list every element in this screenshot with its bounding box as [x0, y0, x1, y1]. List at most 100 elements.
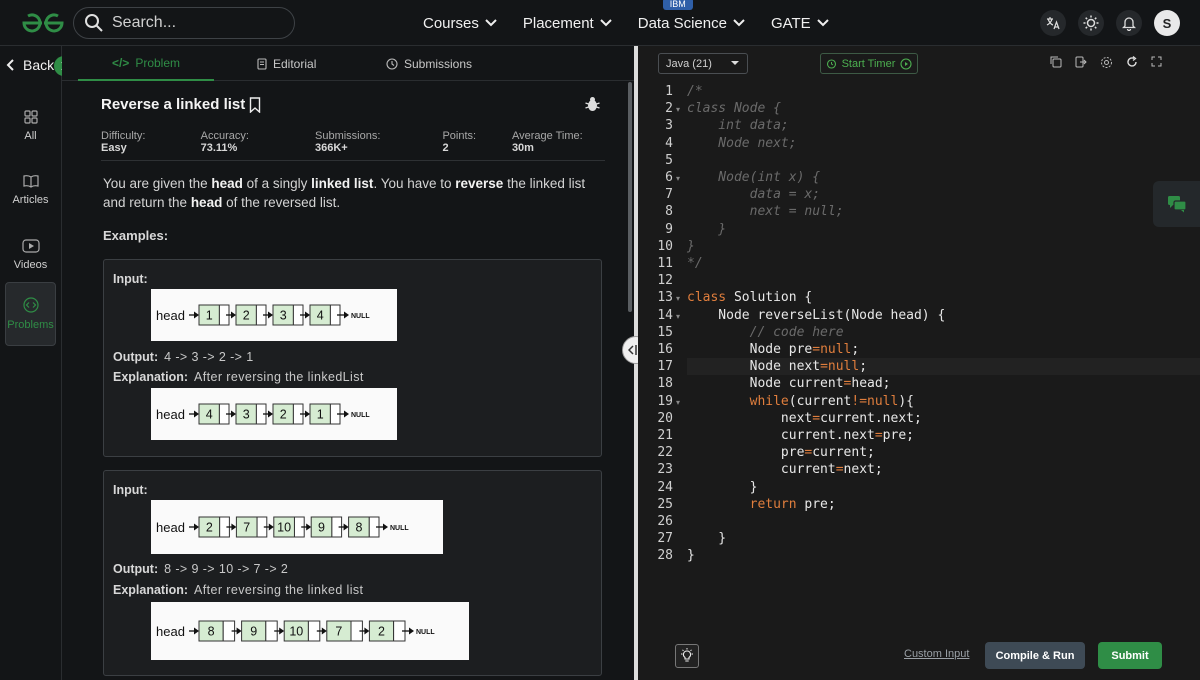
sidebar-item-articles[interactable]: Articles — [5, 158, 56, 222]
nav-placement[interactable]: Placement — [523, 15, 612, 32]
head-label: head — [156, 407, 185, 422]
code-line: next = null; — [687, 203, 1200, 220]
code-token: Node current — [687, 376, 844, 392]
reset-icon[interactable] — [1126, 56, 1138, 68]
code-token: current.next — [687, 428, 875, 443]
search-placeholder: Search... — [112, 14, 177, 31]
list-node-label: 8 — [208, 625, 215, 639]
bookmark-icon[interactable] — [249, 96, 261, 113]
accuracy-meta: Accuracy: 73.11% — [200, 130, 249, 154]
line-number: 4 — [665, 135, 673, 151]
line-number: 6 — [665, 170, 673, 185]
fold-arrow-icon[interactable]: ▾ — [676, 105, 680, 114]
notifications-button[interactable] — [1116, 10, 1142, 36]
start-timer-button[interactable]: Start Timer — [820, 53, 918, 74]
chat-button[interactable] — [1153, 181, 1200, 227]
list-node-label: 4 — [206, 408, 213, 422]
null-label: NULL — [416, 629, 435, 636]
list-node-label: 10 — [277, 521, 291, 535]
language-select[interactable]: Java (21) — [658, 53, 748, 74]
fullscreen-icon[interactable] — [1151, 56, 1162, 67]
submit-button[interactable]: Submit — [1098, 642, 1162, 669]
theme-toggle-button[interactable] — [1078, 10, 1104, 36]
tab-label: Submissions — [404, 56, 473, 71]
code-token: return — [687, 496, 797, 512]
line-number: 10 — [657, 238, 673, 254]
tab-submissions[interactable]: Submissions — [386, 46, 472, 81]
translate-button[interactable] — [1040, 10, 1066, 36]
line-number: 16 — [657, 342, 673, 357]
fold-arrow-icon[interactable]: ▾ — [676, 312, 680, 321]
export-icon[interactable] — [1075, 56, 1087, 68]
settings-icon[interactable] — [1100, 56, 1113, 69]
back-label: Back — [23, 57, 55, 73]
nav-gate[interactable]: GATE — [771, 15, 829, 32]
code-token: (current — [788, 393, 852, 409]
code-line: // code here — [687, 324, 1200, 341]
nav-label: Data Science — [637, 14, 727, 32]
sidebar-item-label: Videos — [13, 259, 48, 271]
head-label: head — [156, 624, 185, 639]
null-label: NULL — [351, 313, 370, 320]
output-list-diagram: head 8 9 10 7 2 NULL — [151, 602, 469, 660]
code-token: // code here — [687, 324, 844, 340]
code-token: pre; — [882, 428, 914, 443]
code-tag-icon: </> — [111, 55, 130, 70]
fold-arrow-icon[interactable]: ▾ — [676, 294, 680, 303]
timer-label: Start Timer — [841, 57, 896, 70]
tab-label: Problem — [135, 55, 181, 70]
user-avatar[interactable]: S — [1154, 10, 1180, 36]
code-line: current=next; — [687, 461, 1200, 478]
bug-report-icon[interactable] — [585, 96, 600, 112]
list-node-label: 8 — [355, 521, 362, 535]
list-arrow-head — [194, 627, 199, 635]
compile-run-button[interactable]: Compile & Run — [985, 642, 1085, 669]
code-area[interactable]: /* class Node { int data; Node next; Node… — [683, 82, 1200, 642]
list-node-label: 1 — [206, 309, 213, 323]
tab-problem[interactable]: </> Problem — [78, 46, 214, 81]
code-line: Node next=null; — [687, 358, 1200, 376]
fold-arrow-icon[interactable]: ▾ — [676, 174, 680, 183]
list-arrow-head — [305, 311, 310, 319]
line-number: 2 — [665, 101, 673, 117]
code-line: Node reverseList(Node head) { — [687, 307, 1200, 324]
line-number: 11 — [657, 256, 673, 271]
chevron-left-icon — [6, 59, 14, 71]
sidebar-item-all[interactable]: All — [5, 94, 56, 158]
book-icon — [22, 175, 39, 188]
list-arrow-head — [268, 410, 273, 418]
line-number: 21 — [657, 428, 673, 443]
code-token: = — [812, 410, 821, 426]
code-line: } — [687, 547, 1200, 564]
list-arrow-head — [305, 410, 310, 418]
code-token: class — [687, 290, 727, 306]
sidebar-item-problems[interactable]: Problems — [5, 282, 56, 346]
list-arrow-head — [344, 311, 349, 319]
back-button[interactable]: Back — [6, 57, 54, 73]
code-line: pre=current; — [687, 444, 1200, 461]
nav-courses[interactable]: Courses — [423, 15, 497, 32]
line-number: 13 — [657, 290, 673, 306]
copy-icon[interactable] — [1050, 56, 1062, 68]
fold-arrow-icon[interactable]: ▾ — [676, 398, 680, 407]
search-box[interactable]: Search... — [73, 7, 295, 39]
gfg-logo[interactable] — [20, 11, 66, 35]
left-sidebar: Back All Articles Videos Problems — [0, 46, 74, 680]
line-number: 23 — [657, 462, 673, 478]
hint-button[interactable] — [675, 644, 699, 668]
sun-icon — [1083, 15, 1099, 31]
list-arrow-head — [194, 523, 199, 531]
problem-scrollbar[interactable] — [628, 82, 632, 312]
chevron-down-icon — [600, 19, 612, 27]
tab-editorial[interactable]: Editorial — [257, 46, 316, 81]
list-arrow-head — [321, 627, 327, 635]
line-number: 5 — [665, 152, 673, 168]
custom-input-link[interactable]: Custom Input — [904, 648, 969, 660]
list-arrow-head — [268, 311, 273, 319]
input-label: Input: — [113, 272, 148, 286]
problem-description: You are given the head of a singly linke… — [103, 176, 586, 210]
code-line: Node next; — [687, 135, 1200, 152]
nav-data-science[interactable]: IBM Data Science — [637, 0, 745, 32]
sidebar-item-videos[interactable]: Videos — [5, 223, 56, 287]
list-node-label: 10 — [289, 625, 303, 639]
